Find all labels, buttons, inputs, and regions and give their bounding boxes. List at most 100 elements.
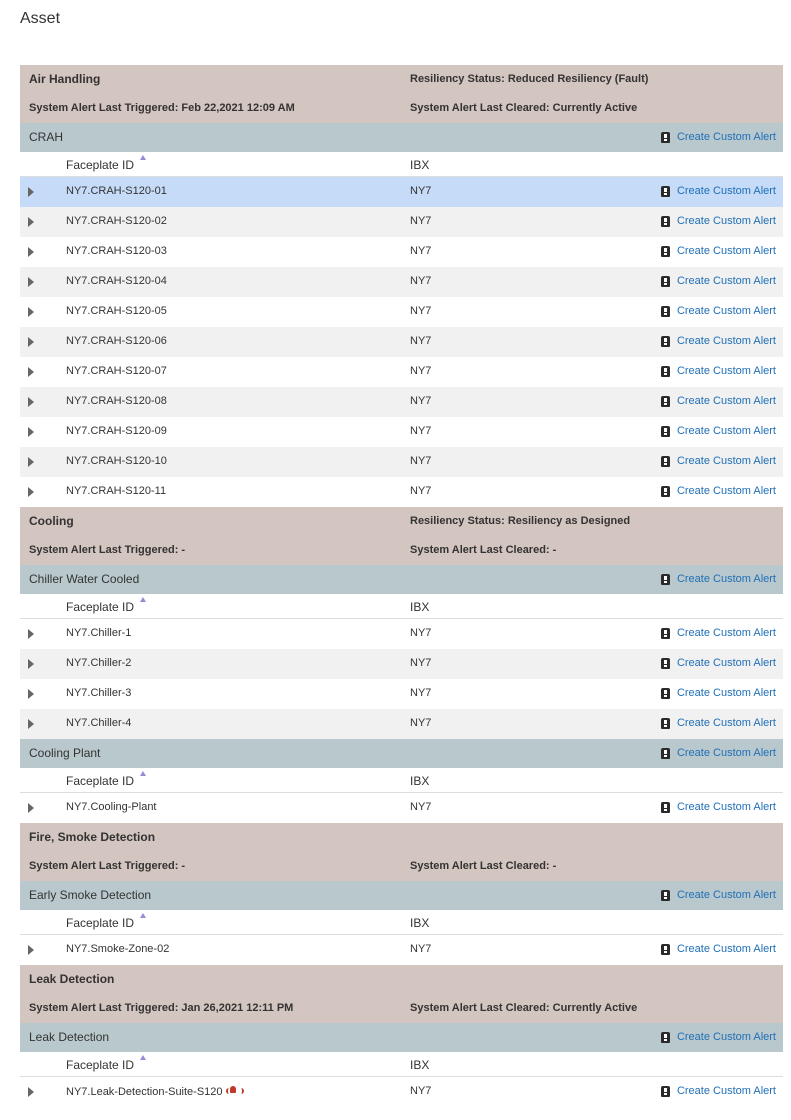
table-row[interactable]: NY7.CRAH-S120-03 NY7 Create Custom Alert [20, 237, 783, 267]
ibx-value: NY7 [410, 365, 432, 377]
faceplate-id-text: NY7.Chiller-4 [66, 717, 132, 729]
create-custom-alert-label: Create Custom Alert [676, 185, 776, 197]
sort-ascending-icon[interactable] [140, 771, 146, 776]
create-custom-alert-link[interactable]: Create Custom Alert [660, 215, 776, 227]
category-header: Cooling Resiliency Status: Resiliency as … [20, 507, 783, 565]
create-custom-alert-link[interactable]: Create Custom Alert [660, 717, 776, 729]
column-header-faceplate-id[interactable]: Faceplate ID [66, 158, 134, 172]
expand-row-icon[interactable] [28, 187, 34, 197]
faceplate-id-text: NY7.CRAH-S120-02 [66, 215, 167, 227]
create-custom-alert-link[interactable]: Create Custom Alert [660, 365, 776, 377]
expand-row-icon[interactable] [28, 719, 34, 729]
resiliency-status: Resiliency Status: Resiliency as Designe… [410, 515, 631, 527]
column-header-faceplate-id[interactable]: Faceplate ID [66, 774, 134, 788]
create-custom-alert-link[interactable]: Create Custom Alert [660, 275, 776, 287]
create-custom-alert-link[interactable]: Create Custom Alert [660, 747, 776, 759]
expand-row-icon[interactable] [28, 217, 34, 227]
table-row[interactable]: NY7.Smoke-Zone-02 NY7 Create Custom Alert [20, 935, 783, 965]
sort-ascending-icon[interactable] [140, 597, 146, 602]
table-row[interactable]: NY7.CRAH-S120-10 NY7 Create Custom Alert [20, 447, 783, 477]
alert-icon [660, 185, 670, 197]
column-header-ibx[interactable]: IBX [410, 158, 429, 172]
create-custom-alert-link[interactable]: Create Custom Alert [660, 425, 776, 437]
create-custom-alert-link[interactable]: Create Custom Alert [660, 245, 776, 257]
create-custom-alert-link[interactable]: Create Custom Alert [660, 485, 776, 497]
column-header-ibx[interactable]: IBX [410, 916, 429, 930]
sort-ascending-icon[interactable] [140, 155, 146, 160]
expand-row-icon[interactable] [28, 277, 34, 287]
table-row[interactable]: NY7.CRAH-S120-07 NY7 Create Custom Alert [20, 357, 783, 387]
expand-row-icon[interactable] [28, 397, 34, 407]
table-row[interactable]: NY7.CRAH-S120-08 NY7 Create Custom Alert [20, 387, 783, 417]
table-row[interactable]: NY7.CRAH-S120-09 NY7 Create Custom Alert [20, 417, 783, 447]
faceplate-id: NY7.CRAH-S120-04 [66, 275, 167, 287]
alert-icon [660, 747, 670, 759]
expand-row-icon[interactable] [28, 307, 34, 317]
expand-row-icon[interactable] [28, 337, 34, 347]
create-custom-alert-link[interactable]: Create Custom Alert [660, 185, 776, 197]
expand-row-icon[interactable] [28, 247, 34, 257]
create-custom-alert-label: Create Custom Alert [676, 365, 776, 377]
sort-ascending-icon[interactable] [140, 1055, 146, 1060]
ibx-value: NY7 [410, 425, 432, 437]
create-custom-alert-link[interactable]: Create Custom Alert [660, 657, 776, 669]
table-row[interactable]: NY7.CRAH-S120-05 NY7 Create Custom Alert [20, 297, 783, 327]
expand-row-icon[interactable] [28, 487, 34, 497]
expand-row-icon[interactable] [28, 689, 34, 699]
faceplate-id: NY7.CRAH-S120-08 [66, 395, 167, 407]
create-custom-alert-link[interactable]: Create Custom Alert [660, 889, 776, 901]
column-header-faceplate-id[interactable]: Faceplate ID [66, 600, 134, 614]
create-custom-alert-link[interactable]: Create Custom Alert [660, 627, 776, 639]
table-row[interactable]: NY7.Cooling-Plant NY7 Create Custom Alert [20, 793, 783, 823]
create-custom-alert-link[interactable]: Create Custom Alert [660, 455, 776, 467]
column-header-ibx[interactable]: IBX [410, 1058, 429, 1072]
table-row[interactable]: NY7.Chiller-2 NY7 Create Custom Alert [20, 649, 783, 679]
faceplate-id: NY7.CRAH-S120-03 [66, 245, 167, 257]
create-custom-alert-label: Create Custom Alert [676, 425, 776, 437]
create-custom-alert-link[interactable]: Create Custom Alert [660, 395, 776, 407]
sort-ascending-icon[interactable] [140, 913, 146, 918]
alert-icon [660, 395, 670, 407]
table-row[interactable]: NY7.Chiller-1 NY7 Create Custom Alert [20, 619, 783, 649]
table-row[interactable]: NY7.CRAH-S120-02 NY7 Create Custom Alert [20, 207, 783, 237]
faceplate-id: NY7.Cooling-Plant [66, 801, 157, 813]
expand-row-icon[interactable] [28, 803, 34, 813]
group-header: CRAH Create Custom Alert [20, 123, 783, 152]
create-custom-alert-link[interactable]: Create Custom Alert [660, 573, 776, 585]
column-header-ibx[interactable]: IBX [410, 774, 429, 788]
table-row[interactable]: NY7.CRAH-S120-01 NY7 Create Custom Alert [20, 177, 783, 207]
create-custom-alert-link[interactable]: Create Custom Alert [660, 131, 776, 143]
ibx-value: NY7 [410, 717, 432, 729]
create-custom-alert-label: Create Custom Alert [676, 717, 776, 729]
alert-icon [660, 455, 670, 467]
column-header-faceplate-id[interactable]: Faceplate ID [66, 1058, 134, 1072]
create-custom-alert-link[interactable]: Create Custom Alert [660, 305, 776, 317]
expand-row-icon[interactable] [28, 945, 34, 955]
expand-row-icon[interactable] [28, 1087, 34, 1097]
create-custom-alert-link[interactable]: Create Custom Alert [660, 801, 776, 813]
ibx-value: NY7 [410, 305, 432, 317]
alert-last-triggered: System Alert Last Triggered: Feb 22,2021… [29, 102, 295, 114]
table-row[interactable]: NY7.CRAH-S120-06 NY7 Create Custom Alert [20, 327, 783, 357]
create-custom-alert-link[interactable]: Create Custom Alert [660, 1031, 776, 1043]
column-header-faceplate-id[interactable]: Faceplate ID [66, 916, 134, 930]
table-row[interactable]: NY7.Chiller-4 NY7 Create Custom Alert [20, 709, 783, 739]
faceplate-id: NY7.CRAH-S120-05 [66, 305, 167, 317]
table-row[interactable]: NY7.Leak-Detection-Suite-S120 NY7 Create C… [20, 1077, 783, 1107]
table-row[interactable]: NY7.Chiller-3 NY7 Create Custom Alert [20, 679, 783, 709]
ibx-value: NY7 [410, 485, 432, 497]
create-custom-alert-link[interactable]: Create Custom Alert [660, 1085, 776, 1097]
column-header-ibx[interactable]: IBX [410, 600, 429, 614]
expand-row-icon[interactable] [28, 427, 34, 437]
create-custom-alert-link[interactable]: Create Custom Alert [660, 687, 776, 699]
expand-row-icon[interactable] [28, 367, 34, 377]
alert-icon [660, 657, 670, 669]
alert-last-cleared: System Alert Last Cleared: - [410, 860, 557, 872]
create-custom-alert-link[interactable]: Create Custom Alert [660, 335, 776, 347]
create-custom-alert-link[interactable]: Create Custom Alert [660, 943, 776, 955]
expand-row-icon[interactable] [28, 659, 34, 669]
expand-row-icon[interactable] [28, 629, 34, 639]
table-row[interactable]: NY7.CRAH-S120-11 NY7 Create Custom Alert [20, 477, 783, 507]
expand-row-icon[interactable] [28, 457, 34, 467]
table-row[interactable]: NY7.CRAH-S120-04 NY7 Create Custom Alert [20, 267, 783, 297]
